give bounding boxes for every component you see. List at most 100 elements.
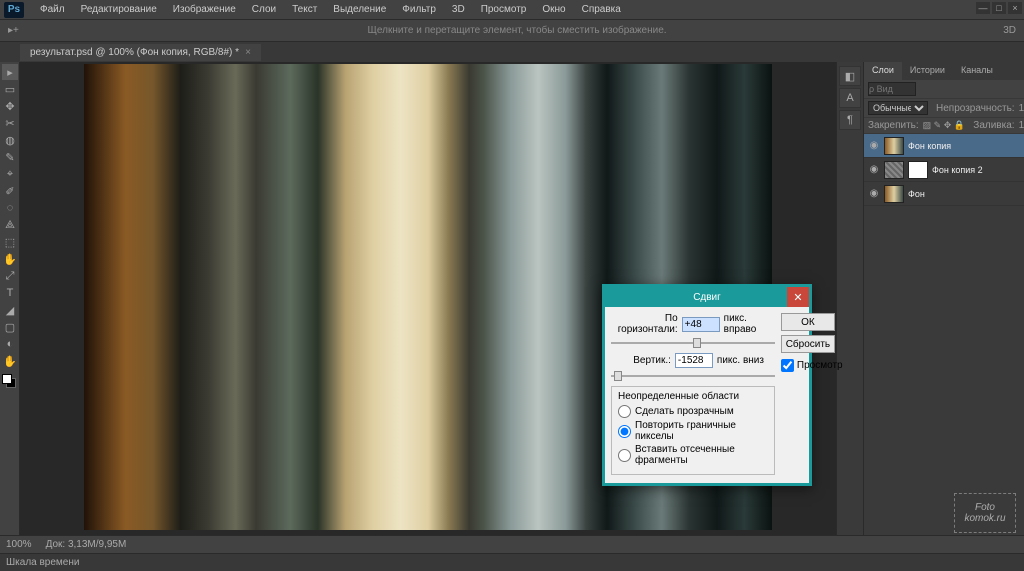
app-logo: Ps — [4, 2, 24, 18]
lock-icons[interactable]: ▨ ✎ ✥ 🔒 — [923, 120, 965, 131]
minimize-button[interactable]: — — [976, 2, 990, 14]
radio-wrap-label: Вставить отсеченные фрагменты — [635, 444, 768, 466]
status-bar: 100% Док: 3,13M/9,95M — [0, 535, 1024, 553]
radio-wrap[interactable]: Вставить отсеченные фрагменты — [618, 444, 768, 466]
tab-channels[interactable]: Каналы — [953, 62, 1001, 80]
marquee-tool[interactable]: ▭ — [2, 81, 18, 97]
brush-tool[interactable]: ⌖ — [2, 166, 18, 182]
pen-tool[interactable]: ◢ — [2, 302, 18, 318]
stamp-tool[interactable]: ✐ — [2, 183, 18, 199]
document-tab-bar: результат.psd @ 100% (Фон копия, RGB/8#)… — [0, 42, 1024, 62]
watermark-line2: komok.ru — [964, 513, 1005, 524]
menu-3d[interactable]: 3D — [444, 4, 473, 15]
layer-kind-select[interactable] — [868, 82, 916, 96]
options-bar: ▸+ Щелкните и перетащите элемент, чтобы … — [0, 20, 1024, 42]
menu-help[interactable]: Справка — [574, 4, 629, 15]
dodge-tool[interactable]: ⤢ — [2, 268, 18, 284]
maximize-button[interactable]: □ — [992, 2, 1006, 14]
visibility-icon[interactable]: ◉ — [868, 188, 880, 199]
menu-select[interactable]: Выделение — [325, 4, 394, 15]
zoom-tool[interactable]: ✋ — [2, 353, 18, 369]
layer-name[interactable]: Фон копия — [908, 141, 1024, 151]
timeline-panel[interactable]: Шкала времени — [0, 553, 1024, 571]
healing-tool[interactable]: ✎ — [2, 149, 18, 165]
blur-tool[interactable]: ✋ — [2, 251, 18, 267]
current-tool-indicator[interactable]: ▸+ — [8, 25, 19, 36]
menu-layers[interactable]: Слои — [244, 4, 284, 15]
layer-row[interactable]: ◉ Фон копия 2 — [864, 158, 1024, 182]
foreground-color[interactable] — [2, 374, 12, 384]
dialog-titlebar[interactable]: Сдвиг ✕ — [605, 287, 809, 307]
gradient-tool[interactable]: ⬚ — [2, 234, 18, 250]
eraser-tool[interactable]: ⟁ — [2, 217, 18, 233]
menubar: Ps Файл Редактирование Изображение Слои … — [0, 0, 1024, 20]
color-swatch[interactable] — [2, 374, 16, 388]
lasso-tool[interactable]: ✥ — [2, 98, 18, 114]
close-window-button[interactable]: × — [1008, 2, 1022, 14]
radio-repeat-edge-label: Повторить граничные пикселы — [635, 420, 768, 442]
menu-file[interactable]: Файл — [32, 4, 73, 15]
collapsed-panels: ◧ A ¶ — [837, 62, 864, 535]
tab-layers[interactable]: Слои — [864, 62, 902, 80]
vertical-label: Вертик.: — [633, 355, 671, 366]
preview-checkbox-row[interactable]: Просмотр — [781, 359, 835, 372]
layer-row[interactable]: ◉ Фон 🔒 — [864, 182, 1024, 206]
menu-filter[interactable]: Фильтр — [394, 4, 444, 15]
doc-info[interactable]: Док: 3,13M/9,95M — [46, 539, 127, 550]
collapsed-panel-3[interactable]: ¶ — [839, 110, 861, 130]
collapsed-panel-1[interactable]: ◧ — [839, 66, 861, 86]
watermark-line1: Foto — [975, 502, 995, 513]
hand-tool[interactable]: ◐ — [2, 336, 18, 352]
radio-transparent[interactable]: Сделать прозрачным — [618, 405, 768, 418]
type-tool[interactable]: T — [2, 285, 18, 301]
window-controls: — □ × — [976, 2, 1022, 14]
dialog-title: Сдвиг — [693, 292, 721, 303]
crop-tool[interactable]: ✂ — [2, 115, 18, 131]
watermark: Foto komok.ru — [954, 493, 1016, 533]
menu-view[interactable]: Просмотр — [473, 4, 535, 15]
menu-window[interactable]: Окно — [534, 4, 573, 15]
radio-transparent-input[interactable] — [618, 405, 631, 418]
close-tab-icon[interactable]: × — [245, 47, 251, 58]
fill-value[interactable]: 100% — [1019, 120, 1024, 131]
horizontal-slider[interactable] — [611, 337, 775, 349]
collapsed-panel-2[interactable]: A — [839, 88, 861, 108]
eyedropper-tool[interactable]: ◍ — [2, 132, 18, 148]
dialog-close-button[interactable]: ✕ — [787, 287, 809, 307]
menu-text[interactable]: Текст — [284, 4, 325, 15]
vertical-slider[interactable] — [611, 370, 775, 382]
tab-history[interactable]: Истории — [902, 62, 953, 80]
slider-thumb[interactable] — [614, 371, 622, 381]
shape-tool[interactable]: ▢ — [2, 319, 18, 335]
horizontal-input[interactable] — [682, 317, 720, 332]
layer-thumbnail[interactable] — [884, 137, 904, 155]
layer-name[interactable]: Фон копия 2 — [932, 165, 1024, 175]
layer-row[interactable]: ◉ Фон копия — [864, 134, 1024, 158]
radio-repeat-edge-input[interactable] — [618, 425, 631, 438]
layer-name[interactable]: Фон — [908, 189, 1024, 199]
blend-mode-select[interactable]: Обычные — [868, 101, 928, 115]
opacity-value[interactable]: 100% — [1019, 103, 1024, 114]
layer-mask-thumbnail[interactable] — [908, 161, 928, 179]
radio-repeat-edge[interactable]: Повторить граничные пикселы — [618, 420, 768, 442]
visibility-icon[interactable]: ◉ — [868, 140, 880, 151]
ok-button[interactable]: ОК — [781, 313, 835, 331]
slider-thumb[interactable] — [693, 338, 701, 348]
vertical-input[interactable] — [675, 353, 713, 368]
reset-button[interactable]: Сбросить — [781, 335, 835, 353]
lock-fill-row: Закрепить: ▨ ✎ ✥ 🔒 Заливка: 100% — [864, 118, 1024, 134]
move-tool[interactable]: ▸ — [2, 64, 18, 80]
menu-image[interactable]: Изображение — [165, 4, 244, 15]
history-brush-tool[interactable]: ◌ — [2, 200, 18, 216]
tools-toolbar: ▸ ▭ ✥ ✂ ◍ ✎ ⌖ ✐ ◌ ⟁ ⬚ ✋ ⤢ T ◢ ▢ ◐ ✋ — [0, 62, 20, 535]
zoom-level[interactable]: 100% — [6, 539, 32, 550]
menu-edit[interactable]: Редактирование — [73, 4, 165, 15]
document-tab[interactable]: результат.psd @ 100% (Фон копия, RGB/8#)… — [20, 44, 261, 61]
options-hint: Щелкните и перетащите элемент, чтобы сме… — [31, 25, 1003, 36]
layer-thumbnail[interactable] — [884, 161, 904, 179]
preview-checkbox[interactable] — [781, 359, 794, 372]
radio-wrap-input[interactable] — [618, 449, 631, 462]
offset-dialog: Сдвиг ✕ По горизонтали: пикс. вправо Вер… — [602, 284, 812, 486]
layer-thumbnail[interactable] — [884, 185, 904, 203]
visibility-icon[interactable]: ◉ — [868, 164, 880, 175]
